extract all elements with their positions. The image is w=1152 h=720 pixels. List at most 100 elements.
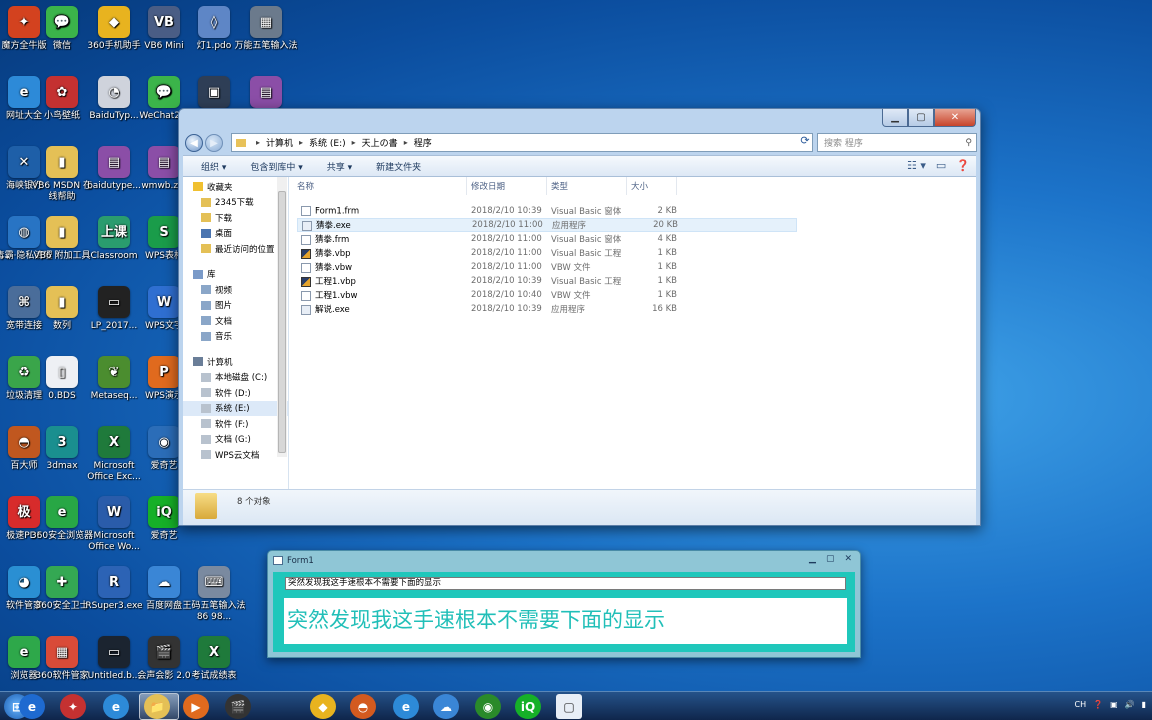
nav-item-icon xyxy=(201,316,211,326)
nav-libraries[interactable]: 库 xyxy=(183,267,288,283)
address-bar[interactable]: ▸ 计算机 ▸ 系统 (E:) ▸ 天上の書 ▸ 程序 xyxy=(231,133,813,152)
minimize-button[interactable]: ▁ xyxy=(882,109,908,127)
taskbar-app[interactable]: iQ xyxy=(515,694,541,719)
nav-item[interactable]: 最近访问的位置 xyxy=(183,241,288,257)
taskbar-app[interactable]: e xyxy=(19,694,45,719)
file-name-text: 猜拳.vbp xyxy=(315,249,351,259)
item-count: 8 个对象 xyxy=(237,497,271,507)
nav-item-icon xyxy=(201,331,211,341)
file-name: 工程1.vbp xyxy=(301,275,356,287)
nav-scrollbar[interactable] xyxy=(277,177,287,457)
file-row[interactable]: 猜拳.vbp 2018/2/10 11:00 Visual Basic 工程 1 KB xyxy=(297,246,797,260)
file-name-text: Form1.frm xyxy=(315,206,360,217)
preview-pane-icon[interactable]: ▭ xyxy=(936,159,946,172)
nav-item[interactable]: 2345下载 xyxy=(183,195,288,211)
taskbar-app[interactable]: ◆ xyxy=(310,694,336,719)
app-icon: X xyxy=(98,426,130,458)
back-button[interactable]: ◀ xyxy=(185,134,203,152)
taskbar-app[interactable]: ☁ xyxy=(433,694,459,719)
app-icon: 💬 xyxy=(46,6,78,38)
view-options-icon[interactable]: ☷ ▾ xyxy=(907,159,926,172)
desktop-icon[interactable]: X 考试成绩表 xyxy=(182,632,246,700)
close-button[interactable]: ✕ xyxy=(934,109,976,127)
input-language[interactable]: CH xyxy=(1074,700,1086,709)
refresh-icon[interactable]: ⟳ xyxy=(797,134,813,150)
taskbar-app[interactable]: ▢ xyxy=(556,694,582,719)
taskbar-app[interactable]: 📁 xyxy=(144,694,170,719)
nav-item-label: 桌面 xyxy=(215,229,233,240)
minimize-button[interactable]: ▁ xyxy=(809,554,816,564)
app-icon: ◊ xyxy=(198,6,230,38)
column-type[interactable]: 类型 xyxy=(547,177,627,195)
nav-drive[interactable]: 系统 (E:) xyxy=(183,400,288,416)
forward-button[interactable]: ▶ xyxy=(205,134,223,152)
new-folder-button[interactable]: 新建文件夹 xyxy=(364,160,433,173)
column-date[interactable]: 修改日期 xyxy=(467,177,547,195)
taskbar-app[interactable]: ◓ xyxy=(350,694,376,719)
nav-drive[interactable]: 软件 (D:) xyxy=(183,385,288,401)
taskbar-app[interactable]: e xyxy=(103,694,129,719)
taskbar-app[interactable]: ✦ xyxy=(60,694,86,719)
app-icon: ▯ xyxy=(46,356,78,388)
close-button[interactable]: ✕ xyxy=(844,554,852,564)
help-icon[interactable]: ❓ xyxy=(1093,700,1103,709)
nav-computer[interactable]: 计算机 xyxy=(183,354,288,370)
nav-drive-icon xyxy=(201,372,211,382)
network-icon[interactable]: ▣ xyxy=(1110,700,1118,709)
taskbar-app[interactable]: ◉ xyxy=(475,694,501,719)
maximize-button[interactable]: ▢ xyxy=(908,109,934,127)
form1-title: Form1 xyxy=(287,556,314,566)
desktop-icon[interactable]: ▦ 万能五笔输入法 xyxy=(234,2,298,70)
breadcrumb-current[interactable]: 程序 xyxy=(414,136,432,149)
breadcrumb-folder[interactable]: 天上の書 xyxy=(362,136,398,149)
nav-favorites-icon xyxy=(193,182,203,192)
nav-item[interactable]: 音乐 xyxy=(183,329,288,345)
search-icon: ⚲ xyxy=(965,137,972,148)
include-in-library-menu[interactable]: 包含到库中 ▾ xyxy=(238,160,314,173)
nav-item[interactable]: 下载 xyxy=(183,210,288,226)
file-type: VBW 文件 xyxy=(551,291,591,301)
taskbar-app[interactable]: 🎬 xyxy=(225,694,251,719)
volume-icon[interactable]: 🔊 xyxy=(1125,700,1135,709)
search-input[interactable]: 搜索 程序 ⚲ xyxy=(817,133,977,152)
nav-item[interactable]: 图片 xyxy=(183,298,288,314)
file-type: Visual Basic 工程 xyxy=(551,277,622,287)
desktop-icon[interactable]: ⌨ 王码五笔输入法86 98... xyxy=(182,562,246,630)
form1-textbox[interactable]: 突然发现我这手速根本不需要下面的显示 xyxy=(285,577,846,590)
breadcrumb-computer[interactable]: 计算机 xyxy=(266,136,293,149)
file-row[interactable]: 工程1.vbp 2018/2/10 10:39 Visual Basic 工程 1 K… xyxy=(297,274,797,288)
nav-drive[interactable]: WPS云文档 xyxy=(183,447,288,463)
column-size[interactable]: 大小 xyxy=(627,177,677,195)
taskbar-app[interactable]: ▶ xyxy=(183,694,209,719)
form1-label: 突然发现我这手速根本不需要下面的显示 xyxy=(284,598,847,644)
file-row[interactable]: 猜拳.frm 2018/2/10 11:00 Visual Basic 窗体 4 KB xyxy=(297,232,797,246)
nav-item-icon xyxy=(201,213,211,223)
file-row[interactable]: 工程1.vbw 2018/2/10 10:40 VBW 文件 1 KB xyxy=(297,288,797,302)
file-row[interactable]: 猜拳.exe 2018/2/10 11:00 应用程序 20 KB xyxy=(297,218,797,232)
column-name[interactable]: 名称 xyxy=(293,177,467,195)
explorer-body: 收藏夹 2345下载 下载桌面最近访问的位置库视频 图片 文档 音乐计算机 本地磁盘 (C:… xyxy=(183,177,976,489)
share-menu[interactable]: 共享 ▾ xyxy=(315,160,364,173)
nav-item[interactable]: 文档 xyxy=(183,313,288,329)
file-date: 2018/2/10 11:00 xyxy=(471,248,542,258)
nav-drive[interactable]: 软件 (F:) xyxy=(183,416,288,432)
file-type: Visual Basic 工程 xyxy=(551,249,622,259)
maximize-button[interactable]: ▢ xyxy=(826,554,835,564)
nav-item[interactable]: 视频 xyxy=(183,282,288,298)
help-icon[interactable]: ❓ xyxy=(956,159,970,172)
nav-favorites-label: 收藏夹 xyxy=(207,182,233,193)
file-row[interactable]: 解说.exe 2018/2/10 10:39 应用程序 16 KB xyxy=(297,302,797,316)
file-name-text: 猜拳.exe xyxy=(316,221,351,231)
nav-favorites[interactable]: 收藏夹 xyxy=(183,179,288,195)
nav-item[interactable]: 桌面 xyxy=(183,226,288,242)
taskbar-app[interactable]: e xyxy=(393,694,419,719)
file-row[interactable]: Form1.frm 2018/2/10 10:39 Visual Basic 窗体 2… xyxy=(297,204,797,218)
nav-drive[interactable]: 本地磁盘 (C:) xyxy=(183,370,288,386)
file-row[interactable]: 猜拳.vbw 2018/2/10 11:00 VBW 文件 1 KB xyxy=(297,260,797,274)
nav-drive[interactable]: 文档 (G:) xyxy=(183,432,288,448)
show-desktop-icon[interactable]: ▮ xyxy=(1142,700,1146,709)
breadcrumb-drive[interactable]: 系统 (E:) xyxy=(309,136,346,149)
nav-item-label: 最近访问的位置 xyxy=(215,244,275,255)
organize-menu[interactable]: 组织 ▾ xyxy=(189,160,238,173)
scrollbar-thumb[interactable] xyxy=(278,191,286,453)
